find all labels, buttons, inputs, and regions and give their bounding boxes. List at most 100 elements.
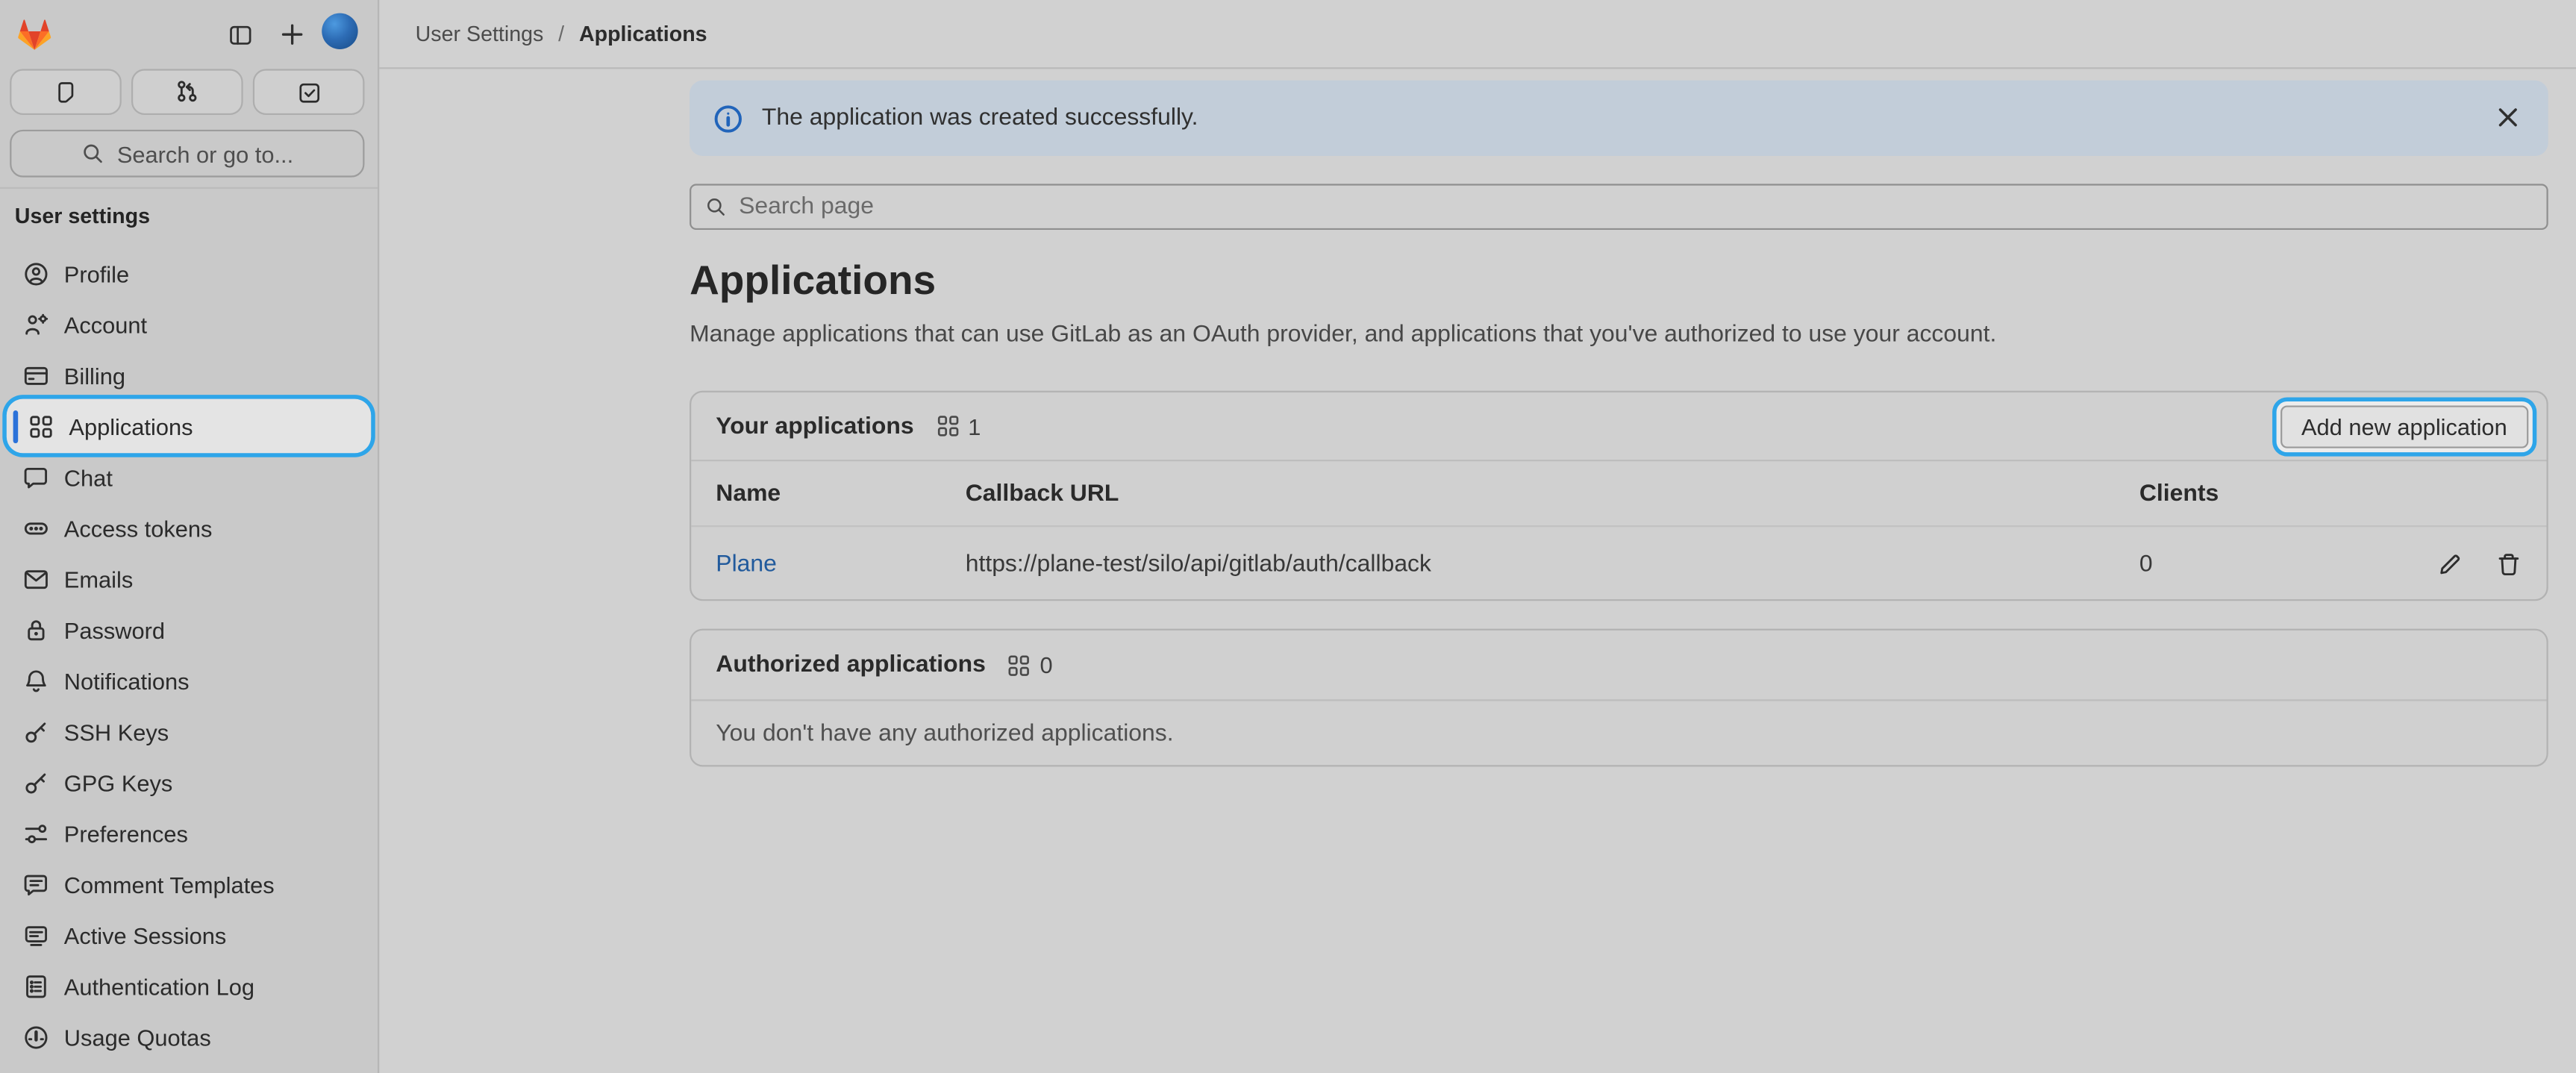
- topbar: User Settings / Applications: [379, 0, 2576, 69]
- applications-count: 1: [968, 413, 981, 439]
- sidebar-section-title: User settings: [15, 204, 150, 228]
- breadcrumb-separator: /: [558, 22, 564, 46]
- sidebar-nav: Profile Account Billing Applications Cha…: [0, 246, 378, 1060]
- issues-icon: [54, 80, 78, 104]
- sidebar-toggle-icon[interactable]: [223, 18, 256, 51]
- applications-icon: [28, 413, 54, 439]
- applications-grid-icon: [935, 413, 960, 438]
- sidebar-divider: [0, 187, 378, 189]
- search-icon: [704, 195, 728, 219]
- page-search-input[interactable]: [739, 194, 2512, 220]
- account-icon: [23, 311, 49, 337]
- search-or-go-to[interactable]: Search or go to...: [10, 130, 364, 178]
- password-icon: [23, 616, 49, 642]
- application-clients-count: 0: [2139, 551, 2404, 577]
- sidebar-item-applications[interactable]: Applications: [10, 402, 368, 450]
- sidebar-shortcuts: [10, 69, 364, 115]
- sidebar-item-usage-quotas[interactable]: Usage Quotas: [10, 1013, 368, 1061]
- sidebar-item-label: Comment Templates: [64, 871, 275, 897]
- todos-icon: [296, 80, 321, 104]
- page-description: Manage applications that can use GitLab …: [690, 322, 1996, 348]
- chat-icon: [23, 464, 49, 490]
- sidebar-item-label: Chat: [64, 464, 113, 490]
- sidebar-item-billing[interactable]: Billing: [10, 351, 368, 399]
- sidebar-item-label: Usage Quotas: [64, 1024, 211, 1050]
- sidebar-item-authentication-log[interactable]: Authentication Log: [10, 962, 368, 1010]
- usage-quotas-icon: [23, 1024, 49, 1050]
- authentication-log-icon: [23, 973, 49, 999]
- row-actions: [2404, 551, 2522, 577]
- gpg-keys-icon: [23, 769, 49, 795]
- success-alert: The application was created successfully…: [690, 81, 2548, 156]
- search-label: Search or go to...: [117, 140, 293, 166]
- application-row: Plane https://plane-test/silo/api/gitlab…: [691, 527, 2546, 601]
- sidebar-item-active-sessions[interactable]: Active Sessions: [10, 911, 368, 959]
- card-title: Authorized applications: [716, 651, 986, 678]
- merge-requests-shortcut-button[interactable]: [131, 69, 243, 115]
- comment-templates-icon: [23, 871, 49, 897]
- page-search-box: [690, 184, 2548, 230]
- ssh-keys-icon: [23, 719, 49, 745]
- sidebar-item-label: Billing: [64, 362, 125, 388]
- add-new-application-button[interactable]: Add new application: [2280, 405, 2528, 448]
- sidebar-item-label: Profile: [64, 260, 129, 287]
- column-header-clients: Clients: [2139, 481, 2404, 507]
- active-sessions-icon: [23, 922, 49, 948]
- application-callback-url: https://plane-test/silo/api/gitlab/auth/…: [966, 551, 2139, 577]
- sidebar-item-label: Preferences: [64, 820, 188, 846]
- application-name-link[interactable]: Plane: [716, 551, 965, 577]
- sidebar-item-password[interactable]: Password: [10, 606, 368, 654]
- authorized-empty-message: You don't have any authorized applicatio…: [691, 701, 2546, 766]
- breadcrumb-user-settings[interactable]: User Settings: [416, 22, 544, 46]
- sidebar-item-access-tokens[interactable]: Access tokens: [10, 504, 368, 551]
- billing-icon: [23, 362, 49, 388]
- your-applications-card: Your applications 1 Add new application …: [690, 391, 2548, 601]
- sidebar-item-label: Active Sessions: [64, 922, 226, 948]
- sidebar-item-label: Password: [64, 616, 165, 642]
- sidebar-item-profile[interactable]: Profile: [10, 249, 368, 297]
- sidebar-item-preferences[interactable]: Preferences: [10, 810, 368, 857]
- page-title: Applications: [690, 257, 936, 305]
- delete-trash-icon[interactable]: [2495, 551, 2522, 577]
- gitlab-app: Search or go to... User settings Profile…: [0, 0, 2576, 1073]
- close-icon[interactable]: [2494, 104, 2522, 131]
- sidebar-item-account[interactable]: Account: [10, 301, 368, 348]
- sidebar-item-label: Authentication Log: [64, 973, 254, 999]
- sidebar-item-emails[interactable]: Emails: [10, 555, 368, 603]
- edit-pencil-icon[interactable]: [2436, 551, 2463, 577]
- merge-requests-icon: [174, 79, 200, 105]
- breadcrumb: User Settings / Applications: [416, 22, 707, 46]
- sidebar-header: [0, 0, 378, 66]
- authorized-applications-card: Authorized applications 0 You don't have…: [690, 629, 2548, 767]
- column-header-callback-url: Callback URL: [966, 481, 2139, 507]
- user-avatar[interactable]: [322, 13, 357, 49]
- applications-grid-icon: [1007, 653, 1031, 678]
- authorized-applications-header: Authorized applications 0: [691, 631, 2546, 701]
- sidebar-item-notifications[interactable]: Notifications: [10, 657, 368, 704]
- emails-icon: [23, 566, 49, 592]
- gitlab-logo-icon[interactable]: [15, 15, 54, 54]
- sidebar-item-gpg-keys[interactable]: GPG Keys: [10, 758, 368, 806]
- sidebar-item-label: Emails: [64, 566, 133, 592]
- your-applications-header: Your applications 1 Add new application: [691, 392, 2546, 461]
- issues-shortcut-button[interactable]: [10, 69, 122, 115]
- sidebar-item-ssh-keys[interactable]: SSH Keys: [10, 707, 368, 755]
- preferences-icon: [23, 820, 49, 846]
- breadcrumb-applications: Applications: [579, 22, 707, 46]
- sidebar-item-label: GPG Keys: [64, 769, 173, 795]
- authorized-count: 0: [1040, 651, 1052, 678]
- sidebar-item-chat[interactable]: Chat: [10, 453, 368, 501]
- todos-shortcut-button[interactable]: [253, 69, 365, 115]
- sidebar-item-comment-templates[interactable]: Comment Templates: [10, 860, 368, 908]
- column-header-name: Name: [716, 481, 965, 507]
- card-title: Your applications: [716, 413, 913, 439]
- sidebar-item-label: Applications: [69, 413, 193, 439]
- profile-icon: [23, 260, 49, 287]
- sidebar-item-label: Access tokens: [64, 515, 213, 541]
- new-menu-plus-icon[interactable]: [276, 18, 309, 51]
- sidebar-item-label: Notifications: [64, 667, 190, 693]
- sidebar-item-label: Account: [64, 311, 147, 337]
- applications-table-header: Name Callback URL Clients: [691, 461, 2546, 527]
- alert-message: The application was created successfully…: [762, 105, 1198, 131]
- information-icon: [713, 103, 744, 134]
